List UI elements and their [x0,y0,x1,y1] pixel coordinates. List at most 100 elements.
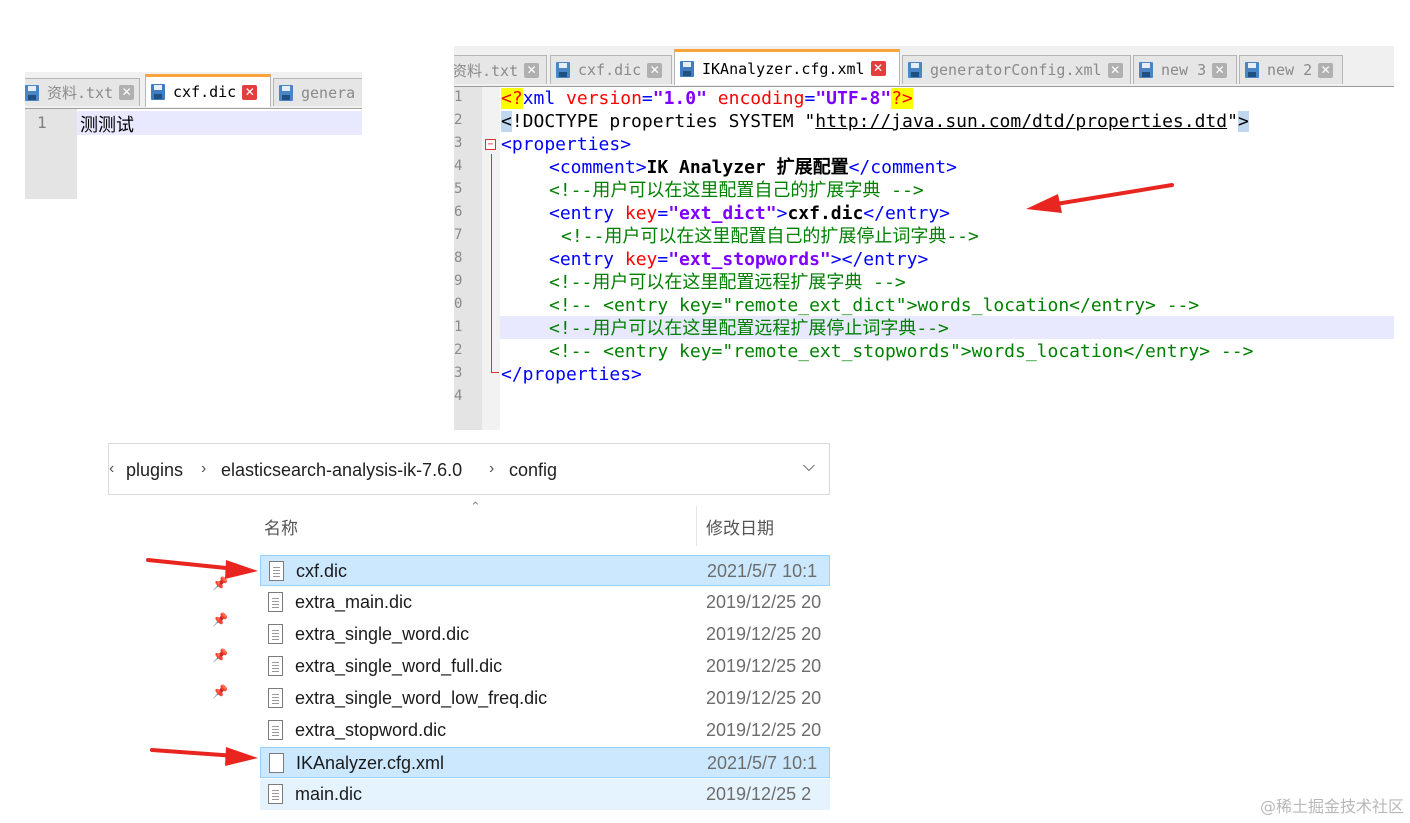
code-line-4: <comment>IK Analyzer 扩展配置</comment> [549,157,957,178]
file-name: extra_single_word_low_freq.dic [295,688,548,708]
column-divider[interactable] [696,506,697,546]
sort-ascending-icon: ⌃ [470,499,481,514]
column-header: ⌃ 名称 修改日期 [108,499,830,546]
close-icon[interactable]: ✕ [1107,62,1123,78]
dtd-link[interactable]: http://java.sun.com/dtd/properties.dtd [815,111,1227,132]
code-line-12: <!-- <entry key="remote_ext_stopwords">w… [549,341,1254,362]
tab-ziliao-txt[interactable]: 资料.txt ✕ [454,55,547,84]
column-date-header[interactable]: 修改日期 [706,514,774,539]
close-icon[interactable]: ✕ [1318,62,1334,78]
line-number: 7 [454,227,462,243]
code-line-10: <!-- <entry key="remote_ext_dict">words_… [549,295,1200,316]
column-name-header[interactable]: 名称 [264,514,298,539]
tab-generatorconfig-xml[interactable]: generatorConfig.xml ✕ [902,55,1131,84]
save-icon [680,60,694,77]
file-date: 2021/5/7 10:1 [707,561,818,581]
code-line-5: <!--用户可以在这里配置自己的扩展字典 --> [549,180,924,201]
line-number: 5 [454,181,462,197]
save-icon [1245,62,1259,78]
close-icon[interactable]: ✕ [647,62,663,78]
tab-cxf-dic[interactable]: cxf.dic ✕ [550,55,672,84]
file-name: main.dic [295,784,363,804]
file-row[interactable]: extra_single_word_low_freq.dic 2019/12/2… [260,683,830,714]
file-row[interactable]: extra_single_word.dic 2019/12/25 20 [260,619,830,650]
code-line-6: <entry key="ext_dict">cxf.dic</entry> [549,203,950,224]
fold-guide-end [491,372,499,373]
pin-icon[interactable]: 📌 [212,612,228,628]
big-editor-text-area[interactable]: 1 2 3 4 5 6 7 8 9 0 1 2 3 4 − <?xml vers… [454,87,1394,430]
tab-label: cxf.dic [173,83,237,101]
text-file-icon [268,656,283,676]
file-row[interactable]: extra_stopword.dic 2019/12/25 20 [260,715,830,746]
save-icon [1139,62,1153,78]
line-number: 4 [454,388,462,404]
close-icon[interactable]: ✕ [1212,62,1228,78]
file-date: 2019/12/25 20 [706,592,822,612]
close-icon[interactable]: ✕ [870,61,886,76]
address-bar[interactable]: ‹ plugins › elasticsearch-analysis-ik-7.… [108,443,830,495]
save-icon [279,84,293,101]
line-number: 8 [454,250,462,266]
big-editor-tabbar: 资料.txt ✕ cxf.dic ✕ IKAnalyzer.cfg.xml ✕ … [454,46,1394,87]
tab-new-3[interactable]: new 3 ✕ [1133,55,1237,84]
line-number: 9 [454,273,462,289]
xml-file-icon [269,753,284,773]
tab-label: cxf.dic [578,61,642,79]
file-row[interactable]: extra_single_word_full.dic 2019/12/25 20 [260,651,830,682]
code-line-1: <?xml version="1.0" encoding="UTF-8"?> [501,88,913,109]
line-number: 1 [37,113,47,132]
chevron-right-icon[interactable]: › [201,460,206,478]
file-date: 2019/12/25 20 [706,656,822,676]
small-editor-text-area[interactable]: 1 测测试 [25,109,362,199]
save-icon [25,84,39,101]
small-editor-window: 资料.txt ✕ cxf.dic ✕ genera 1 测测试 [25,72,362,199]
fold-toggle-icon[interactable]: − [485,139,496,150]
text-file-icon [269,561,284,581]
tab-cxf-dic[interactable]: cxf.dic ✕ [145,74,271,107]
tab-ziliao-txt[interactable]: 资料.txt ✕ [25,78,140,106]
line-number: 2 [454,342,462,358]
pin-icon[interactable]: 📌 [212,648,228,664]
line-number-gutter: 1 [25,109,77,199]
save-icon [151,84,165,100]
editor-content: 测测试 [80,115,134,136]
save-icon [556,62,570,78]
code-line-8: <entry key="ext_stopwords"></entry> [549,249,929,270]
pin-icon[interactable]: 📌 [212,576,228,592]
code-line-11: <!--用户可以在这里配置远程扩展停止词字典--> [549,318,949,339]
code-line-2: <!DOCTYPE properties SYSTEM "http://java… [501,111,1249,132]
tab-label: 资料.txt [47,84,114,102]
file-row-ikanalyzer-cfg-xml[interactable]: IKAnalyzer.cfg.xml 2021/5/7 10:1 [260,747,830,778]
pin-icon[interactable]: 📌 [212,684,228,700]
text-file-icon [268,720,283,740]
tab-label: new 2 [1267,61,1313,79]
fold-guide [491,154,492,372]
small-editor-tabbar: 资料.txt ✕ cxf.dic ✕ genera [25,72,362,109]
file-name: extra_single_word.dic [295,624,470,644]
tab-label: generatorConfig.xml [930,61,1102,79]
breadcrumb-more-icon[interactable]: ‹ [109,460,114,478]
file-name: cxf.dic [296,561,348,581]
close-icon[interactable]: ✕ [119,85,135,100]
line-number-gutter: 1 2 3 4 5 6 7 8 9 0 1 2 3 4 [454,87,482,430]
breadcrumb-ik[interactable]: elasticsearch-analysis-ik-7.6.0 [221,460,462,481]
code-line-7: <!--用户可以在这里配置自己的扩展停止词字典--> [561,226,979,247]
tab-new-2[interactable]: new 2 ✕ [1239,55,1343,84]
file-row[interactable]: main.dic 2019/12/25 2 [260,779,830,810]
breadcrumb-plugins[interactable]: plugins [126,460,183,481]
file-explorer: ‹ plugins › elasticsearch-analysis-ik-7.… [108,443,830,813]
file-row[interactable]: extra_main.dic 2019/12/25 20 [260,587,830,618]
breadcrumb-config[interactable]: config [509,460,557,481]
tab-ikanalyzer-cfg-xml[interactable]: IKAnalyzer.cfg.xml ✕ [674,49,900,85]
close-icon[interactable]: ✕ [242,84,258,100]
line-number: 1 [454,319,462,335]
close-icon[interactable]: ✕ [524,62,540,78]
chevron-right-icon[interactable]: › [489,460,494,478]
file-row-cxf-dic[interactable]: cxf.dic 2021/5/7 10:1 [260,555,830,586]
tab-label: IKAnalyzer.cfg.xml [702,59,865,78]
tab-genera[interactable]: genera [273,78,362,106]
text-file-icon [268,592,283,612]
text-file-icon [268,688,283,708]
file-date: 2019/12/25 2 [706,784,812,804]
chevron-down-icon[interactable]: ⌵ [803,458,815,476]
